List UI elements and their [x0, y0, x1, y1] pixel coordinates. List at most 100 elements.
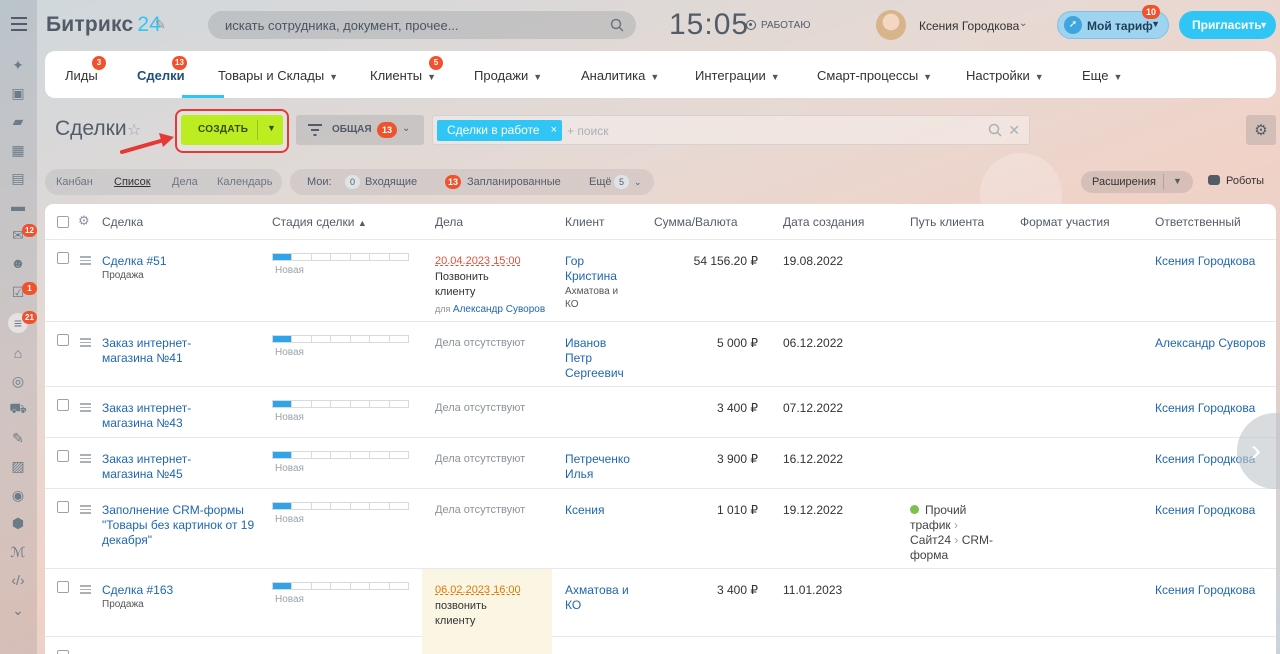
tab-smart-processes[interactable]: Смарт-процессы ▼ — [817, 68, 932, 83]
tab-integrations[interactable]: Интеграции ▼ — [695, 68, 780, 83]
table-row[interactable]: Сделка #51 Продажа Новая 20.04.2023 15:0… — [45, 240, 1276, 322]
clear-icon[interactable]: ✕ — [1008, 122, 1020, 139]
tab-sales[interactable]: Продажи ▼ — [474, 68, 542, 83]
tab-clients[interactable]: Клиенты ▼ — [370, 68, 436, 83]
stage-progress[interactable] — [272, 502, 409, 510]
stage-progress[interactable] — [272, 400, 409, 408]
owner-link[interactable]: Ксения Городкова — [1155, 583, 1255, 598]
row-menu-icon[interactable] — [80, 403, 91, 412]
activity-deadline[interactable]: 20.04.2023 15:00 — [435, 254, 521, 269]
row-menu-icon[interactable] — [80, 505, 91, 514]
market-icon[interactable]: ℳ — [8, 542, 28, 562]
invite-button[interactable]: Пригласить ▼ — [1179, 11, 1276, 39]
avatar[interactable] — [876, 10, 906, 40]
view-kanban[interactable]: Канбан — [56, 176, 93, 188]
select-all-checkbox[interactable] — [57, 216, 69, 228]
contact-card-icon[interactable]: ▨ — [8, 456, 28, 476]
bot-icon[interactable]: ◉ — [8, 485, 28, 505]
column-client-path[interactable]: Путь клиента — [910, 215, 984, 229]
stage-progress[interactable] — [272, 582, 409, 590]
deal-title[interactable]: Заказ интернет-магазина №41 — [102, 336, 242, 366]
column-created[interactable]: Дата создания — [783, 215, 864, 229]
column-client[interactable]: Клиент — [565, 215, 605, 229]
column-participation[interactable]: Формат участия — [1020, 215, 1110, 229]
stage-progress[interactable] — [272, 253, 409, 261]
owner-link[interactable]: Ксения Городкова — [1155, 254, 1255, 269]
column-deal[interactable]: Сделка — [102, 215, 143, 229]
code-icon[interactable]: ‹/› — [8, 570, 28, 590]
column-activities[interactable]: Дела — [435, 215, 463, 229]
feed-icon[interactable]: ▣ — [8, 83, 28, 103]
view-list[interactable]: Список — [114, 176, 151, 188]
row-menu-icon[interactable] — [80, 454, 91, 463]
row-checkbox[interactable] — [57, 650, 69, 654]
sign-icon[interactable]: ✎ — [8, 428, 28, 448]
deal-title[interactable]: Заказ интернет-магазина №43 — [102, 401, 242, 431]
category-button[interactable]: ОБЩАЯ 13 ⌄ — [296, 115, 424, 145]
drive-icon[interactable]: ▬ — [8, 196, 28, 216]
row-checkbox[interactable] — [57, 334, 69, 346]
row-menu-icon[interactable] — [80, 338, 91, 347]
deal-title[interactable]: Сделка #51 — [102, 254, 167, 269]
tab-settings[interactable]: Настройки ▼ — [966, 68, 1044, 83]
logo[interactable]: Битрикс 24 — [46, 13, 161, 37]
planned-counter[interactable]: Запланированные — [467, 176, 561, 188]
table-row[interactable]: Сделка #163 Продажа Новая 06.02.2023 16:… — [45, 569, 1276, 637]
document-icon[interactable]: ▤ — [8, 168, 28, 188]
table-row[interactable]: Заполнение CRM-формы "Товары без картино… — [45, 489, 1276, 569]
view-activities[interactable]: Дела — [172, 176, 198, 188]
activity-person-link[interactable]: Александр Суворов — [453, 304, 545, 315]
row-checkbox[interactable] — [57, 450, 69, 462]
owner-link[interactable]: Ксения Городкова — [1155, 401, 1255, 416]
user-name[interactable]: Ксения Городкова — [919, 19, 1019, 33]
chevron-down-icon[interactable]: ▼ — [1173, 176, 1182, 186]
menu-icon[interactable] — [11, 17, 27, 31]
cart-icon[interactable]: ⛟ — [8, 399, 28, 419]
close-icon[interactable]: × — [551, 120, 557, 141]
calendar-icon[interactable]: ▦ — [8, 140, 28, 160]
row-menu-icon[interactable] — [80, 585, 91, 594]
tab-leads[interactable]: Лиды — [65, 68, 98, 83]
search-input[interactable]: искать сотрудника, документ, прочее... — [208, 11, 636, 39]
incoming-counter[interactable]: Входящие — [365, 176, 417, 188]
bank-icon[interactable]: ⌂ — [8, 343, 28, 363]
row-checkbox[interactable] — [57, 501, 69, 513]
more-counters[interactable]: Ещё — [589, 176, 612, 188]
activity-deadline[interactable]: 06.02.2023 16:00 — [435, 583, 521, 598]
employees-icon[interactable]: ☻ — [8, 253, 28, 273]
table-row[interactable]: Заказ интернет-магазина №41 Новая Дела о… — [45, 322, 1276, 387]
column-settings-icon[interactable]: ⚙ — [78, 213, 90, 229]
extensions-button[interactable]: Расширения ▼ — [1081, 171, 1193, 193]
stage-progress[interactable] — [272, 335, 409, 343]
activity-text[interactable]: Позвонить клиенту — [435, 270, 515, 300]
robots-button[interactable]: Роботы — [1208, 175, 1264, 187]
row-checkbox[interactable] — [57, 252, 69, 264]
tab-more[interactable]: Еще ▼ — [1082, 68, 1122, 83]
more-chevron-icon[interactable]: ⌄ — [8, 600, 28, 620]
tab-deals[interactable]: Сделки — [137, 68, 185, 83]
stage-progress[interactable] — [272, 451, 409, 459]
table-row[interactable]: Заказ интернет-магазина №45 Новая Дела о… — [45, 438, 1276, 489]
chevron-down-icon[interactable]: ⌄ — [634, 177, 642, 188]
table-row[interactable] — [45, 637, 1276, 654]
chevron-down-icon[interactable]: ▼ — [267, 123, 276, 133]
clock[interactable]: 15:05 — [669, 8, 749, 42]
table-row[interactable]: Заказ интернет-магазина №43 Новая Дела о… — [45, 387, 1276, 438]
tab-products[interactable]: Товары и Склады ▼ — [218, 68, 338, 83]
filter-search-field[interactable]: Сделки в работе × + поиск ✕ — [432, 115, 1030, 145]
owner-link[interactable]: Александр Суворов — [1155, 336, 1266, 351]
row-menu-icon[interactable] — [80, 256, 91, 265]
deal-title[interactable]: Заполнение CRM-формы "Товары без картино… — [102, 503, 257, 548]
activity-text[interactable]: позвонить клиенту — [435, 599, 515, 629]
row-checkbox[interactable] — [57, 399, 69, 411]
work-status[interactable]: РАБОТАЮ — [761, 20, 810, 31]
cube-icon[interactable]: ⬢ — [8, 513, 28, 533]
create-button[interactable]: СОЗДАТЬ ▼ — [181, 115, 283, 145]
filter-preset-tag[interactable]: Сделки в работе × — [437, 120, 562, 141]
column-stage[interactable]: Стадия сделки ▲ — [272, 215, 367, 229]
deal-title[interactable]: Заказ интернет-магазина №45 — [102, 452, 242, 482]
owner-link[interactable]: Ксения Городкова — [1155, 503, 1255, 518]
column-sum[interactable]: Сумма/Валюта — [654, 215, 738, 229]
chevron-down-icon[interactable]: ⌄ — [1019, 18, 1027, 29]
row-checkbox[interactable] — [57, 581, 69, 593]
